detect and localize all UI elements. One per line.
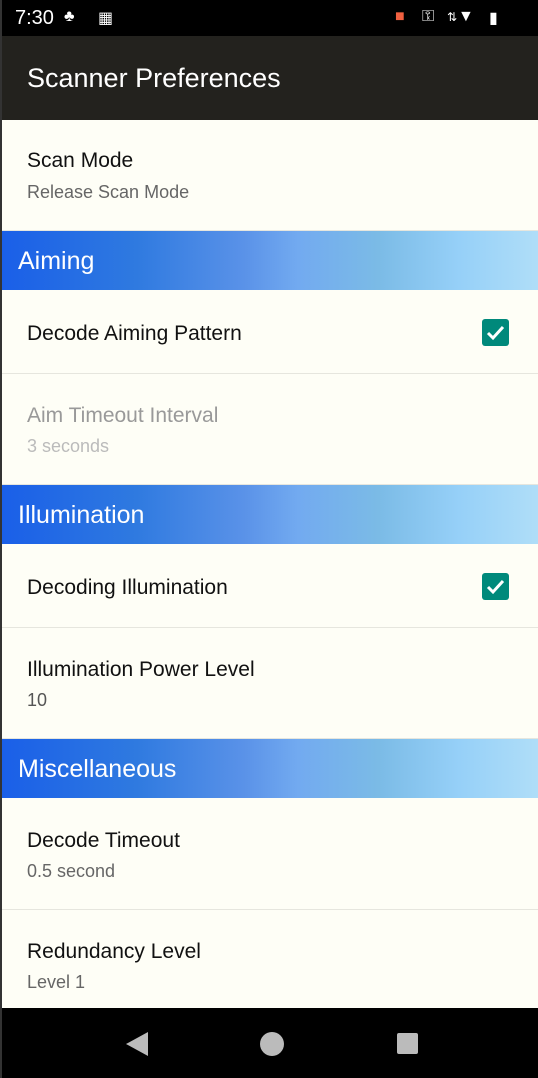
pref-title: Decode Aiming Pattern: [27, 322, 242, 345]
check-icon: [486, 579, 505, 595]
pref-title: Aim Timeout Interval: [27, 404, 219, 427]
assistant-icon: ♣: [64, 8, 75, 25]
section-title: Miscellaneous: [18, 755, 177, 783]
check-icon: [486, 325, 505, 341]
cast-icon: ■: [395, 8, 405, 25]
pref-summary: 3 seconds: [27, 436, 110, 456]
recents-button[interactable]: [397, 1033, 418, 1054]
section-title: Aiming: [18, 247, 95, 275]
pref-aim-timeout-interval: Aim Timeout Interval 3 seconds: [2, 374, 538, 485]
pref-title: Redundancy Level: [27, 940, 201, 963]
clock: 7:30: [15, 7, 54, 29]
section-illumination: Illumination: [2, 485, 538, 544]
page-title: Scanner Preferences: [27, 63, 281, 93]
pref-title: Scan Mode: [27, 149, 134, 172]
app-bar: Scanner Preferences: [2, 36, 538, 120]
pref-title: Decoding Illumination: [27, 576, 228, 599]
pref-title: Illumination Power Level: [27, 658, 255, 681]
pref-decoding-illumination[interactable]: Decoding Illumination: [2, 544, 538, 628]
section-miscellaneous: Miscellaneous: [2, 739, 538, 798]
home-button[interactable]: [260, 1032, 284, 1056]
pref-summary: Level 1: [27, 972, 86, 992]
navigation-bar: [2, 1008, 538, 1078]
pref-summary: Release Scan Mode: [27, 182, 190, 202]
pref-summary: 0.5 second: [27, 861, 116, 881]
pref-title: Decode Timeout: [27, 829, 180, 852]
pref-decode-timeout[interactable]: Decode Timeout 0.5 second: [2, 798, 538, 910]
status-bar: 7:30 ♣ ▦ ■ ⚿ ⇅ ▼ ▮: [2, 0, 538, 36]
battery-icon: ▮: [489, 10, 498, 27]
pref-scan-mode[interactable]: Scan Mode Release Scan Mode: [2, 120, 538, 231]
checkbox-checked[interactable]: [482, 573, 509, 600]
back-button[interactable]: [126, 1032, 148, 1056]
section-title: Illumination: [18, 501, 145, 529]
data-arrows-icon: ⇅: [447, 10, 458, 24]
wifi-icon: ▼: [458, 8, 474, 25]
pref-redundancy-level[interactable]: Redundancy Level Level 1: [2, 910, 538, 1008]
vpn-key-icon: ⚿: [422, 8, 435, 25]
checkbox-checked[interactable]: [482, 319, 509, 346]
pref-summary: 10: [27, 690, 48, 710]
apps-grid-icon: ▦: [98, 10, 114, 27]
pref-illumination-power-level[interactable]: Illumination Power Level 10: [2, 628, 538, 739]
pref-decode-aiming-pattern[interactable]: Decode Aiming Pattern: [2, 290, 538, 374]
section-aiming: Aiming: [2, 231, 538, 290]
